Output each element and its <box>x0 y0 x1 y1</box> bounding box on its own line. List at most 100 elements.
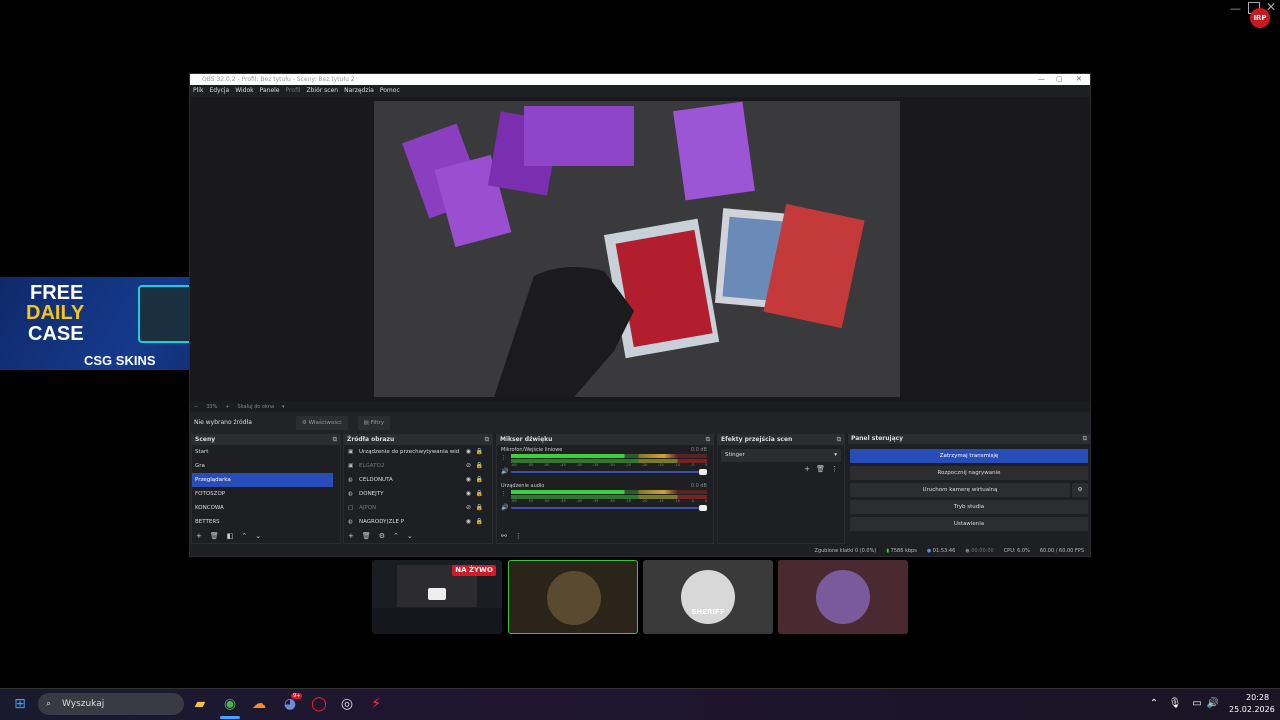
scenes-dock: Sceny Start Gra Przeglądarka FOTOSZOP KO… <box>191 434 341 544</box>
eye-icon[interactable]: ◉ <box>466 445 471 459</box>
speaker-icon[interactable]: 🔊 <box>501 504 508 511</box>
scene-item[interactable]: Gra <box>192 459 333 473</box>
menu-file[interactable]: Plik <box>193 85 203 97</box>
chevron-down-icon[interactable]: ⌄ <box>255 532 261 540</box>
menu-docks[interactable]: Panele <box>260 85 280 97</box>
chevron-up-icon[interactable]: ⌃ <box>393 532 399 540</box>
add-icon[interactable]: + <box>804 465 810 473</box>
scene-item[interactable]: Start <box>192 445 333 459</box>
scene-item[interactable]: KONCOWA <box>192 501 333 515</box>
ad-line-daily: DAILY <box>26 302 85 324</box>
filters-button[interactable]: ▤ Filtry <box>357 416 391 430</box>
lock-icon[interactable]: 🔒 <box>476 515 483 525</box>
studio-mode-button[interactable]: Tryb studia <box>850 500 1088 514</box>
app-bolt-icon[interactable]: ⚡ <box>366 694 386 714</box>
obs-close-icon[interactable]: ✕ <box>1076 74 1082 85</box>
source-item[interactable]: ◍ DONEJTY ◉ 🔒 <box>344 487 489 501</box>
virtual-camera-settings-icon[interactable]: ⚙ <box>1072 483 1088 497</box>
lock-icon[interactable]: 🔒 <box>476 459 483 473</box>
obs-icon[interactable]: ◎ <box>337 694 357 714</box>
participant-tile-speaking[interactable] <box>508 560 638 634</box>
stop-streaming-button[interactable]: Zatrzymaj transmisję <box>850 449 1088 463</box>
start-virtual-camera-button[interactable]: Uruchom kamerę wirtualną <box>850 483 1070 497</box>
scene-item-selected[interactable]: Przeglądarka <box>192 473 333 487</box>
menu-edit[interactable]: Edycja <box>209 85 229 97</box>
trash-icon[interactable]: 🗑 <box>362 532 371 540</box>
kebab-menu-icon[interactable]: ⋮ <box>501 491 506 497</box>
link-icon[interactable]: ⚯ <box>501 532 507 540</box>
preview-image <box>374 101 900 397</box>
chrome-icon[interactable]: ◉ <box>220 694 240 714</box>
chevron-down-icon[interactable]: ▾ <box>282 402 285 412</box>
minimize-icon[interactable]: — <box>1230 2 1244 15</box>
eye-hidden-icon[interactable]: ⊘ <box>466 501 471 515</box>
slider-knob[interactable] <box>699 469 707 475</box>
app-badge-icon[interactable]: IRP <box>1250 8 1270 28</box>
menu-help[interactable]: Pomoc <box>380 85 400 97</box>
chevron-up-icon[interactable]: ⌃ <box>1144 694 1164 714</box>
obs-minimize-icon[interactable]: — <box>1038 74 1045 85</box>
obs-maximize-icon[interactable]: ▢ <box>1056 74 1063 85</box>
start-recording-button[interactable]: Rozpocznij nagrywanie <box>850 466 1088 480</box>
windows-start-icon[interactable]: ⊞ <box>10 694 30 714</box>
clock-date[interactable]: 25.02.2026 <box>1229 705 1275 714</box>
zoom-in-icon[interactable]: + <box>225 402 229 412</box>
eye-icon[interactable]: ◉ <box>466 515 471 525</box>
stream-preview[interactable] <box>374 101 900 397</box>
file-explorer-icon[interactable]: ▰ <box>190 694 210 714</box>
menu-profile[interactable]: Profil <box>286 85 301 97</box>
search-placeholder: Wyszukaj <box>62 699 105 709</box>
trash-icon[interactable]: 🗑 <box>210 532 219 540</box>
trash-icon[interactable]: 🗑 <box>816 465 825 473</box>
speaker-icon[interactable]: 🔊 <box>501 468 508 475</box>
scene-item[interactable]: FOTOSZOP <box>192 487 333 501</box>
properties-button[interactable]: ⚙ Właściwości <box>295 416 348 430</box>
menu-view[interactable]: Widok <box>235 85 253 97</box>
microphone-icon[interactable]: 🎙 <box>1165 694 1185 714</box>
controls-title: Panel sterujący <box>848 434 1090 444</box>
source-item[interactable]: ▢ AJPON ⊘ 🔒 <box>344 501 489 515</box>
eye-hidden-icon[interactable]: ⊘ <box>466 459 471 473</box>
filter-icon[interactable]: ◧ <box>227 532 234 540</box>
settings-button[interactable]: Ustawienia <box>850 517 1088 531</box>
kebab-menu-icon[interactable]: ⋮ <box>501 455 506 461</box>
eye-icon[interactable]: ◉ <box>466 473 471 487</box>
volume-slider[interactable] <box>511 469 707 475</box>
add-icon[interactable]: + <box>348 532 354 540</box>
participant-tile[interactable]: SHERIFF <box>643 560 773 634</box>
zoom-out-icon[interactable]: − <box>194 402 198 412</box>
transition-select[interactable]: Stinger ▾ <box>721 449 841 462</box>
fps: 60.00 / 60.00 FPS <box>1039 548 1084 554</box>
add-icon[interactable]: + <box>196 532 202 540</box>
chevron-up-icon[interactable]: ⌃ <box>241 532 247 540</box>
lock-icon[interactable]: 🔒 <box>476 501 483 515</box>
scene-item[interactable]: BETTERS <box>192 515 333 525</box>
clock-time[interactable]: 20:28 <box>1246 693 1269 702</box>
source-item[interactable]: ◍ NAGRODY(ZLE P ◉ 🔒 <box>344 515 489 525</box>
participant-tile[interactable] <box>778 560 908 634</box>
volume-slider[interactable] <box>511 505 707 511</box>
lock-icon[interactable]: 🔒 <box>476 445 483 459</box>
opera-icon[interactable]: ◯ <box>309 694 329 714</box>
kebab-menu-icon[interactable]: ⋮ <box>515 532 522 540</box>
volume-icon[interactable]: 🔊 <box>1203 694 1223 714</box>
lock-icon[interactable]: 🔒 <box>476 473 483 487</box>
source-item[interactable]: ◍ CELDONUTA ◉ 🔒 <box>344 473 489 487</box>
menu-scene-collection[interactable]: Zbiór scen <box>307 85 339 97</box>
slider-knob[interactable] <box>699 505 707 511</box>
rec-time: ● 00:00:00 <box>965 546 993 557</box>
gear-icon[interactable]: ⚙ <box>379 532 385 540</box>
kebab-menu-icon[interactable]: ⋮ <box>831 465 838 473</box>
chevron-down-icon: ▾ <box>834 452 837 458</box>
source-item[interactable]: ▣ Urządzenie do przechwytywania wid ◉ 🔒 <box>344 445 489 459</box>
cloud-app-icon[interactable]: ☁ <box>249 694 269 714</box>
eye-icon[interactable]: ◉ <box>466 487 471 501</box>
zoom-fit-select[interactable]: Skaluj do okna <box>238 402 275 412</box>
volume-meter <box>511 454 707 458</box>
taskbar-search[interactable]: ⌕ Wyszukaj <box>38 693 184 715</box>
camera-icon: ▣ <box>348 463 354 469</box>
chevron-down-icon[interactable]: ⌄ <box>407 532 413 540</box>
menu-tools[interactable]: Narzędzia <box>344 85 374 97</box>
lock-icon[interactable]: 🔒 <box>476 487 483 501</box>
source-item[interactable]: ▣ ELGATO2 ⊘ 🔒 <box>344 459 489 473</box>
